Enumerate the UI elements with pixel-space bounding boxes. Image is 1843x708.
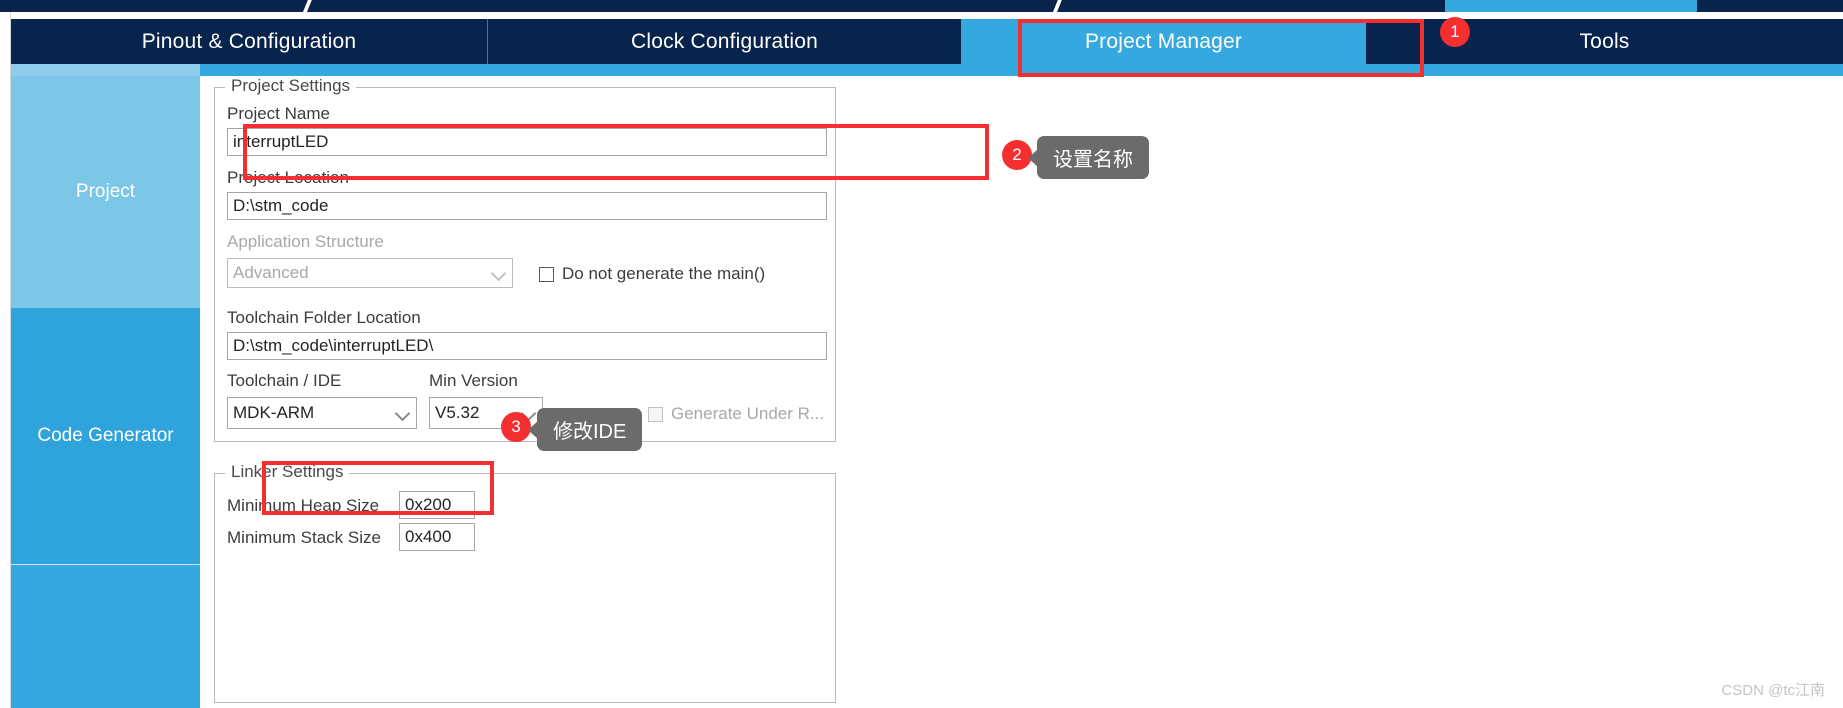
tabbar-underline-notch — [11, 64, 200, 76]
application-structure-label: Application Structure — [227, 232, 384, 251]
tab-label: Project Manager — [1084, 29, 1243, 53]
sidebar-item-advanced-settings[interactable] — [11, 564, 200, 708]
annotation-badge-label: 2 — [1012, 145, 1022, 164]
annotation-badge-3: 3 — [501, 412, 531, 442]
tab-clock-configuration[interactable]: Clock Configuration — [488, 19, 961, 64]
sidebar-item-code-generator[interactable]: Code Generator — [11, 308, 200, 564]
toolchain-ide-label: Toolchain / IDE — [227, 371, 342, 390]
toolchain-folder-location-label: Toolchain Folder Location — [227, 308, 421, 327]
application-structure-select[interactable]: Advanced — [227, 258, 513, 288]
sidebar-item-project[interactable]: Project — [11, 76, 200, 308]
tab-tools[interactable]: Tools — [1366, 19, 1843, 64]
annotation-callout-set-name: 设置名称 — [1028, 136, 1149, 179]
checkbox-icon[interactable] — [539, 266, 554, 282]
tabbar-underline — [11, 64, 1843, 76]
project-settings-group: Project Settings Project Name interruptL… — [214, 76, 836, 442]
project-location-label: Project Location — [227, 168, 349, 187]
main-tabbar: Pinout & Configuration Clock Configurati… — [11, 19, 1843, 64]
checkbox-icon[interactable] — [648, 406, 663, 422]
linker-settings-legend: Linker Settings — [225, 462, 350, 482]
minimum-heap-size-input[interactable]: 0x200 — [399, 491, 475, 519]
left-rail — [0, 12, 11, 708]
truncated-toolbar-strip — [0, 0, 1843, 12]
toolbar-highlight-chip — [1445, 0, 1697, 12]
project-name-input[interactable]: interruptLED — [227, 128, 827, 156]
project-settings-legend: Project Settings — [225, 76, 357, 96]
tab-label: Clock Configuration — [630, 29, 819, 53]
application-structure-value: Advanced — [233, 263, 309, 282]
minimum-stack-size-input[interactable]: 0x400 — [399, 523, 475, 551]
main-panel: Project Settings Project Name interruptL… — [200, 76, 1843, 708]
annotation-callout-change-ide: 修改IDE — [527, 408, 643, 451]
sidebar: Project Code Generator — [11, 76, 200, 708]
minimum-stack-size-label: Minimum Stack Size — [227, 528, 381, 547]
annotation-badge-label: 1 — [1450, 22, 1460, 41]
chevron-down-icon — [395, 405, 411, 421]
toolchain-folder-location-input[interactable]: D:\stm_code\interruptLED\ — [227, 332, 827, 360]
linker-settings-group: Linker Settings Minimum Heap Size 0x200 … — [214, 462, 836, 703]
minimum-heap-size-label: Minimum Heap Size — [227, 496, 380, 515]
stm32cubemx-window: Pinout & Configuration Clock Configurati… — [0, 0, 1843, 708]
tab-label: Pinout & Configuration — [141, 29, 357, 53]
do-not-generate-main-checkbox-row[interactable]: Do not generate the main() — [539, 264, 765, 284]
tab-label: Tools — [1579, 29, 1630, 53]
top-gap — [0, 12, 1843, 19]
project-name-label: Project Name — [227, 104, 330, 123]
chevron-down-icon — [491, 265, 507, 281]
min-version-label: Min Version — [429, 371, 518, 390]
do-not-generate-main-label: Do not generate the main() — [562, 264, 766, 283]
generate-under-root-label: Generate Under R... — [671, 404, 825, 423]
annotation-badge-label: 3 — [511, 417, 521, 436]
toolbar-separator-slash — [299, 0, 315, 12]
tab-project-manager[interactable]: Project Manager — [961, 19, 1366, 64]
generate-under-root-checkbox-row[interactable]: Generate Under R... — [648, 404, 824, 424]
project-location-input[interactable]: D:\stm_code — [227, 192, 827, 220]
annotation-badge-1: 1 — [1440, 17, 1470, 47]
tab-pinout-configuration[interactable]: Pinout & Configuration — [11, 19, 488, 64]
watermark: CSDN @tc江南 — [1721, 682, 1825, 699]
toolchain-ide-select[interactable]: MDK-ARM — [227, 397, 417, 429]
sidebar-item-label: Project — [75, 181, 136, 202]
sidebar-item-label: Code Generator — [37, 425, 174, 446]
toolbar-separator-slash — [1049, 0, 1065, 12]
toolchain-ide-value: MDK-ARM — [233, 403, 315, 422]
